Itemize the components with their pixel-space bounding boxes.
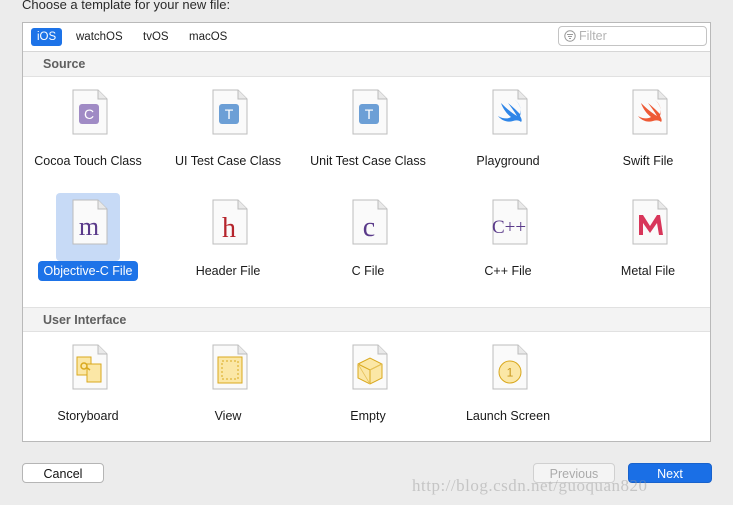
filter-field[interactable]: [558, 26, 707, 46]
template-label: Objective-C File: [23, 261, 153, 281]
launch-screen-icon: 1: [476, 338, 540, 406]
empty-ib-icon: [336, 338, 400, 406]
storyboard-icon: [56, 338, 120, 406]
swift-playground-icon: [476, 83, 540, 151]
section-header-user-interface: User Interface: [23, 307, 710, 332]
template-empty[interactable]: Empty: [303, 338, 433, 425]
template-playground[interactable]: Playground: [443, 83, 573, 170]
template-label: C++ File: [484, 264, 532, 278]
template-label: Storyboard: [57, 409, 119, 423]
metal-file-icon: [616, 193, 680, 261]
template-c-file[interactable]: c C File: [303, 193, 433, 280]
dialog-heading: Choose a template for your new file:: [22, 0, 231, 12]
template-label: C File: [351, 264, 385, 278]
cpp-file-icon: C++: [476, 193, 540, 261]
test-case-t-icon: T: [336, 83, 400, 151]
template-cpp-file[interactable]: C++ C++ File: [443, 193, 573, 280]
template-label: Header File: [195, 264, 261, 278]
template-panel: iOS watchOS tvOS macOS Source C Cocoa To…: [22, 22, 711, 442]
template-metal-file[interactable]: Metal File: [583, 193, 713, 280]
template-view[interactable]: View: [163, 338, 293, 425]
template-unit-test-case-class[interactable]: T Unit Test Case Class: [303, 83, 433, 170]
svg-text:c: c: [363, 212, 375, 243]
template-label: UI Test Case Class: [174, 154, 282, 168]
template-label: Empty: [350, 409, 386, 423]
template-label-text: Objective-C File: [37, 261, 139, 281]
template-label: View: [214, 409, 242, 423]
tab-watchos[interactable]: watchOS: [70, 28, 129, 46]
objc-class-c-icon: C: [56, 83, 120, 151]
template-label: Swift File: [622, 154, 674, 168]
template-storyboard[interactable]: Storyboard: [23, 338, 153, 425]
svg-text:T: T: [225, 106, 234, 122]
svg-text:C++: C++: [492, 217, 526, 238]
template-objective-c-file[interactable]: m Objective-C File: [23, 193, 153, 281]
test-case-t-icon: T: [196, 83, 260, 151]
template-swift-file[interactable]: Swift File: [583, 83, 713, 170]
platform-tab-bar: iOS watchOS tvOS macOS: [23, 23, 710, 52]
template-launch-screen[interactable]: 1 Launch Screen: [443, 338, 573, 425]
header-h-file-icon: h: [196, 193, 260, 261]
template-header-file[interactable]: h Header File: [163, 193, 293, 280]
svg-text:1: 1: [507, 366, 514, 380]
objc-m-file-icon: m: [56, 193, 120, 261]
template-label: Launch Screen: [465, 409, 551, 423]
tab-macos[interactable]: macOS: [183, 28, 233, 46]
tab-ios[interactable]: iOS: [31, 28, 63, 46]
template-label: Playground: [476, 154, 540, 168]
template-cocoa-touch-class[interactable]: C Cocoa Touch Class: [23, 83, 153, 170]
svg-text:m: m: [79, 212, 99, 241]
svg-text:T: T: [365, 106, 374, 122]
svg-text:C: C: [84, 106, 94, 122]
svg-text:h: h: [222, 213, 236, 244]
template-ui-test-case-class[interactable]: T UI Test Case Class: [163, 83, 293, 170]
view-xib-icon: [196, 338, 260, 406]
c-file-icon: c: [336, 193, 400, 261]
template-label: Unit Test Case Class: [310, 154, 426, 168]
section-header-source: Source: [23, 52, 710, 77]
template-label: Metal File: [620, 264, 676, 278]
watermark: http://blog.csdn.net/guoquan820: [412, 476, 648, 495]
cancel-button[interactable]: Cancel: [22, 463, 104, 483]
swift-file-icon: [616, 83, 680, 151]
filter-input[interactable]: [579, 28, 699, 44]
tab-tvos[interactable]: tvOS: [137, 28, 175, 46]
filter-icon: [564, 30, 576, 42]
template-label: Cocoa Touch Class: [34, 154, 142, 168]
